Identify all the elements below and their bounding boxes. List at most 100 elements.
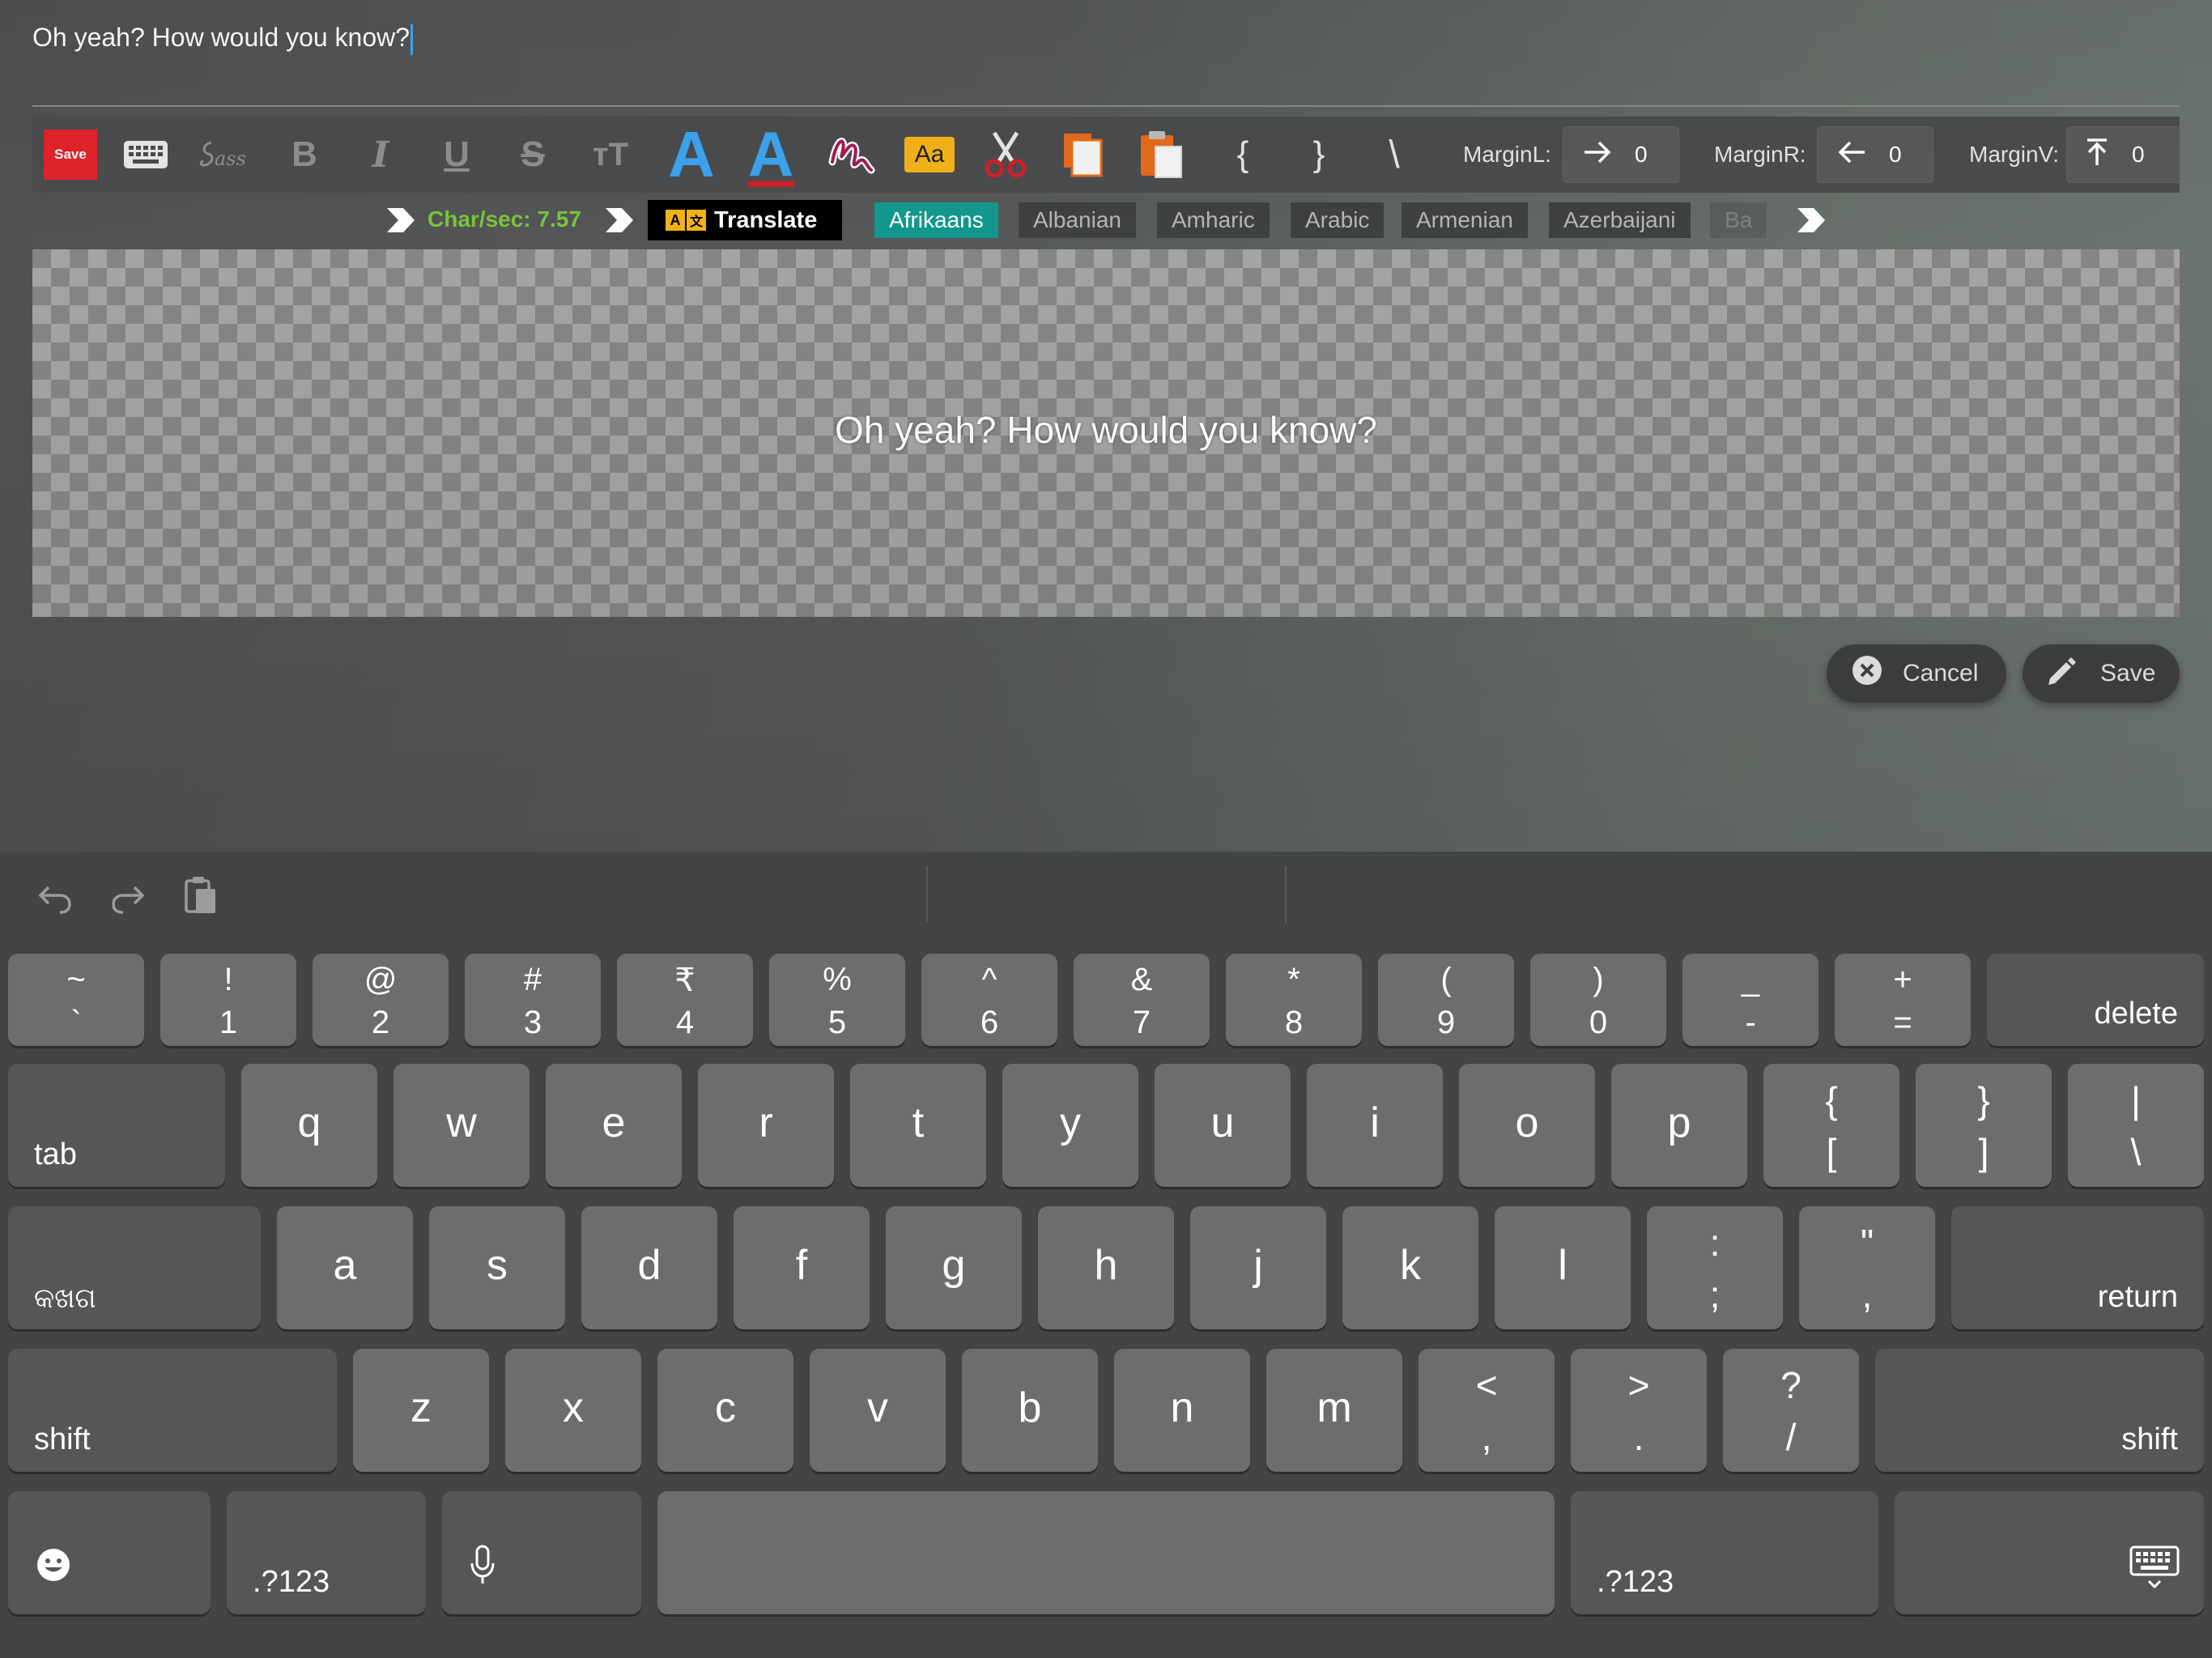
paste-clipboard-icon[interactable] bbox=[183, 874, 219, 922]
key-label: z bbox=[410, 1384, 432, 1431]
key-s[interactable]: s bbox=[429, 1206, 565, 1329]
keyboard-icon[interactable] bbox=[120, 117, 172, 193]
key-tilde[interactable]: ~ ` bbox=[8, 954, 144, 1046]
copy-icon[interactable] bbox=[1054, 117, 1112, 193]
key-t[interactable]: t bbox=[850, 1064, 986, 1187]
key-bracket-right[interactable]: }] bbox=[1916, 1064, 2052, 1187]
key-shift-right[interactable]: shift bbox=[1875, 1349, 2204, 1472]
language-faded[interactable]: Ba bbox=[1710, 202, 1767, 238]
key-label: q bbox=[297, 1099, 321, 1146]
key-v[interactable]: v bbox=[810, 1349, 946, 1472]
key-period[interactable]: >. bbox=[1571, 1349, 1707, 1472]
key-0[interactable]: ) 0 bbox=[1530, 954, 1666, 1046]
key-f[interactable]: f bbox=[734, 1206, 870, 1329]
cancel-button[interactable]: Cancel bbox=[1827, 644, 2006, 703]
font-color-button[interactable]: A bbox=[742, 117, 800, 193]
key-comma[interactable]: <, bbox=[1419, 1349, 1555, 1472]
key-b[interactable]: b bbox=[962, 1349, 1098, 1472]
key-a[interactable]: a bbox=[277, 1206, 413, 1329]
language-afrikaans[interactable]: Afrikaans bbox=[874, 202, 998, 238]
strikethrough-button[interactable]: S bbox=[508, 117, 557, 193]
key-dictation[interactable] bbox=[442, 1491, 641, 1614]
key-quote[interactable]: ", bbox=[1799, 1206, 1935, 1329]
key-9[interactable]: (9 bbox=[1378, 954, 1514, 1046]
key-language-switch[interactable]: କଖଗ bbox=[8, 1206, 261, 1329]
key-minus[interactable]: _ - bbox=[1682, 954, 1819, 1046]
sass-icon[interactable]: ass bbox=[194, 117, 253, 193]
margin-l-input[interactable]: 0 bbox=[1563, 126, 1679, 183]
key-x[interactable]: x bbox=[505, 1349, 641, 1472]
save-button[interactable]: Save bbox=[2023, 644, 2180, 703]
brace-close-button[interactable]: } bbox=[1299, 117, 1339, 193]
key-8[interactable]: * 8 bbox=[1226, 954, 1362, 1046]
key-y[interactable]: y bbox=[1002, 1064, 1138, 1187]
key-numbers-left[interactable]: .?123 bbox=[227, 1491, 426, 1614]
key-g[interactable]: g bbox=[886, 1206, 1022, 1329]
key-delete[interactable]: delete bbox=[1987, 954, 2204, 1046]
key-7[interactable]: & 7 bbox=[1074, 954, 1210, 1046]
key-n[interactable]: n bbox=[1114, 1349, 1250, 1472]
key-bracket-left[interactable]: {[ bbox=[1763, 1064, 1899, 1187]
key-slash[interactable]: ? / bbox=[1723, 1349, 1859, 1472]
key-u[interactable]: u bbox=[1155, 1064, 1291, 1187]
key-emoji[interactable] bbox=[8, 1491, 211, 1614]
language-albanian[interactable]: Albanian bbox=[1019, 202, 1136, 238]
key-l[interactable]: l bbox=[1495, 1206, 1631, 1329]
key-4[interactable]: ₹4 bbox=[617, 954, 753, 1046]
italic-button[interactable]: I bbox=[356, 117, 405, 193]
key-c[interactable]: c bbox=[657, 1349, 793, 1472]
backslash-button[interactable]: \ bbox=[1372, 117, 1417, 193]
save-red-button[interactable]: Save bbox=[44, 117, 97, 193]
font-family-button[interactable]: A bbox=[664, 117, 719, 193]
key-e[interactable]: e bbox=[546, 1064, 682, 1187]
key-return[interactable]: return bbox=[1951, 1206, 2204, 1329]
key-i[interactable]: i bbox=[1307, 1064, 1443, 1187]
key-d[interactable]: d bbox=[581, 1206, 717, 1329]
key-q[interactable]: q bbox=[241, 1064, 377, 1187]
key-space[interactable] bbox=[657, 1491, 1555, 1614]
language-amharic[interactable]: Amharic bbox=[1157, 202, 1270, 238]
undo-icon[interactable] bbox=[37, 879, 73, 919]
language-armenian[interactable]: Armenian bbox=[1402, 202, 1528, 238]
key-o[interactable]: o bbox=[1459, 1064, 1595, 1187]
key-6[interactable]: ^ 6 bbox=[921, 954, 1057, 1046]
redo-icon[interactable] bbox=[110, 879, 146, 919]
key-numbers-right[interactable]: .?123 bbox=[1571, 1491, 1878, 1614]
key-top: ) bbox=[1593, 962, 1604, 997]
change-case-icon[interactable]: Aa bbox=[900, 117, 959, 193]
key-p[interactable]: p bbox=[1611, 1064, 1747, 1187]
font-size-button[interactable]: ᴛT bbox=[585, 117, 636, 193]
key-w[interactable]: w bbox=[393, 1064, 530, 1187]
key-backslash[interactable]: | \ bbox=[2068, 1064, 2204, 1187]
key-2[interactable]: @2 bbox=[313, 954, 449, 1046]
karaoke-squiggle-icon[interactable] bbox=[823, 117, 879, 193]
key-3[interactable]: #3 bbox=[465, 954, 601, 1046]
bold-button[interactable]: B bbox=[280, 117, 329, 193]
subtitle-text-input[interactable]: Oh yeah? How would you know? bbox=[32, 15, 1004, 60]
chevron-right-icon[interactable] bbox=[1797, 208, 1825, 232]
scissors-icon[interactable] bbox=[976, 117, 1035, 193]
key-r[interactable]: r bbox=[698, 1064, 834, 1187]
margin-r-input[interactable]: 0 bbox=[1817, 126, 1933, 183]
key-5[interactable]: % 5 bbox=[769, 954, 905, 1046]
key-m[interactable]: m bbox=[1266, 1349, 1402, 1472]
key-equals[interactable]: + = bbox=[1835, 954, 1971, 1046]
paste-icon[interactable] bbox=[1132, 117, 1190, 193]
brace-open-button[interactable]: { bbox=[1223, 117, 1263, 193]
key-bottom: \ bbox=[2130, 1131, 2142, 1173]
key-semicolon[interactable]: :; bbox=[1647, 1206, 1783, 1329]
margin-v-input[interactable]: 0 bbox=[2066, 126, 2180, 183]
key-z[interactable]: z bbox=[353, 1349, 489, 1472]
key-top: ₹ bbox=[674, 963, 696, 998]
key-tab[interactable]: tab bbox=[8, 1064, 225, 1187]
underline-button[interactable]: U bbox=[432, 117, 481, 193]
key-h[interactable]: h bbox=[1038, 1206, 1174, 1329]
language-azerbaijani[interactable]: Azerbaijani bbox=[1549, 202, 1691, 238]
key-k[interactable]: k bbox=[1342, 1206, 1478, 1329]
key-1[interactable]: ! 1 bbox=[160, 954, 296, 1046]
key-dismiss-keyboard[interactable] bbox=[1895, 1491, 2204, 1614]
key-j[interactable]: j bbox=[1190, 1206, 1326, 1329]
translate-button[interactable]: A 文 Translate bbox=[648, 200, 842, 240]
language-arabic[interactable]: Arabic bbox=[1291, 202, 1385, 238]
key-shift-left[interactable]: shift bbox=[8, 1349, 337, 1472]
